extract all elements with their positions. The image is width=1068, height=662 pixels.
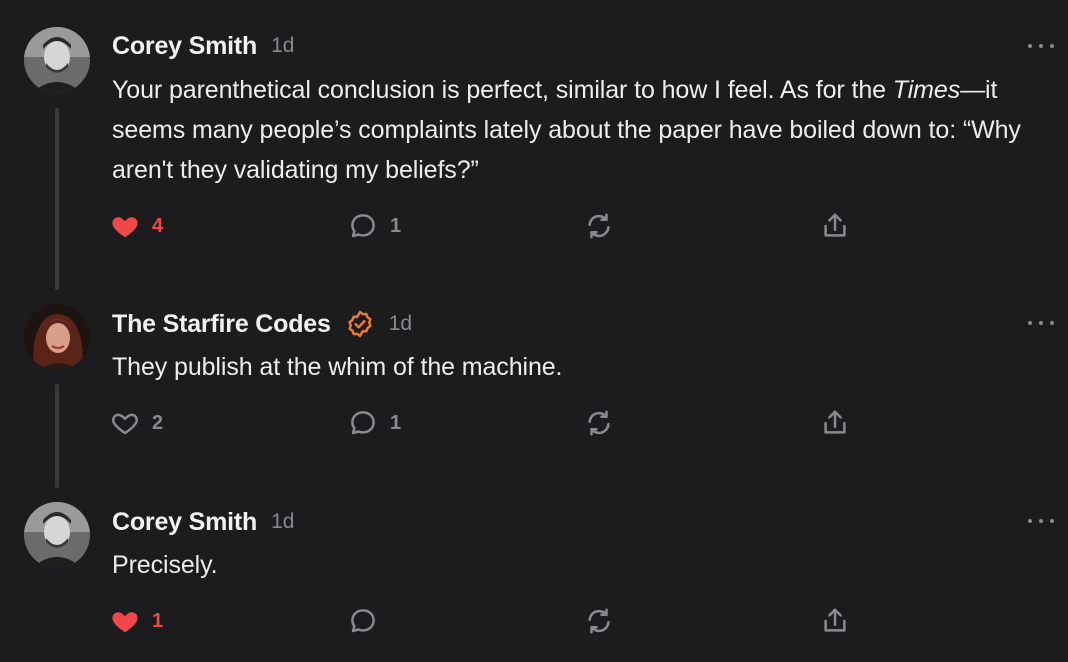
reply-button[interactable]: 1	[348, 206, 401, 246]
comment-body: Precisely.	[112, 545, 1057, 585]
speech-bubble-icon	[348, 408, 378, 438]
like-count: 2	[152, 411, 164, 434]
heart-filled-icon	[110, 606, 140, 636]
author-name[interactable]: Corey Smith	[112, 508, 257, 537]
restack-button[interactable]	[584, 601, 614, 641]
share-icon	[820, 408, 850, 438]
share-button[interactable]	[820, 206, 850, 246]
reply-count: 1	[390, 411, 402, 434]
like-count: 4	[152, 214, 164, 237]
restack-icon	[584, 408, 614, 438]
reply-button[interactable]	[348, 601, 378, 641]
like-button[interactable]: 4	[110, 206, 163, 246]
reply-button[interactable]: 1	[348, 403, 401, 443]
comment-text: They publish at the whim of the machine.	[112, 353, 563, 381]
action-bar: 1	[110, 601, 870, 641]
speech-bubble-icon	[348, 606, 378, 636]
restack-button[interactable]	[584, 206, 614, 246]
like-count: 1	[152, 609, 164, 632]
share-icon	[820, 211, 850, 241]
restack-icon	[584, 606, 614, 636]
more-dots-icon[interactable]	[1028, 41, 1054, 51]
action-bar: 2 1	[110, 403, 870, 443]
author-name[interactable]: Corey Smith	[112, 32, 257, 61]
author-name[interactable]: The Starfire Codes	[112, 310, 331, 339]
comment-header: Corey Smith 1d	[112, 29, 294, 63]
restack-icon	[584, 211, 614, 241]
reply-count: 1	[390, 214, 402, 237]
comment-text: Your parenthetical conclusion is perfect…	[112, 76, 893, 104]
comment-body: They publish at the whim of the machine.	[112, 347, 1057, 387]
timestamp[interactable]: 1d	[389, 312, 412, 336]
heart-filled-icon	[110, 211, 140, 241]
verified-badge-icon	[345, 309, 375, 339]
more-dots-icon[interactable]	[1028, 516, 1054, 526]
share-button[interactable]	[820, 403, 850, 443]
action-bar: 4 1	[110, 206, 870, 246]
like-button[interactable]: 2	[110, 403, 163, 443]
comment-text: Precisely.	[112, 551, 218, 579]
avatar[interactable]	[24, 304, 90, 370]
comment-body: Your parenthetical conclusion is perfect…	[112, 70, 1057, 190]
share-button[interactable]	[820, 601, 850, 641]
avatar[interactable]	[24, 502, 90, 568]
thread-line	[55, 108, 59, 290]
restack-button[interactable]	[584, 403, 614, 443]
avatar[interactable]	[24, 27, 90, 93]
timestamp[interactable]: 1d	[271, 34, 294, 58]
speech-bubble-icon	[348, 211, 378, 241]
comment-header: Corey Smith 1d	[112, 505, 294, 539]
heart-outline-icon	[110, 408, 140, 438]
comment-text-italic: Times	[892, 76, 961, 104]
more-dots-icon[interactable]	[1028, 318, 1054, 328]
comment-header: The Starfire Codes 1d	[112, 307, 412, 341]
like-button[interactable]: 1	[110, 601, 163, 641]
thread-line	[55, 384, 59, 488]
share-icon	[820, 606, 850, 636]
timestamp[interactable]: 1d	[271, 510, 294, 534]
comment-thread: Corey Smith 1d Your parenthetical conclu…	[0, 0, 1068, 662]
